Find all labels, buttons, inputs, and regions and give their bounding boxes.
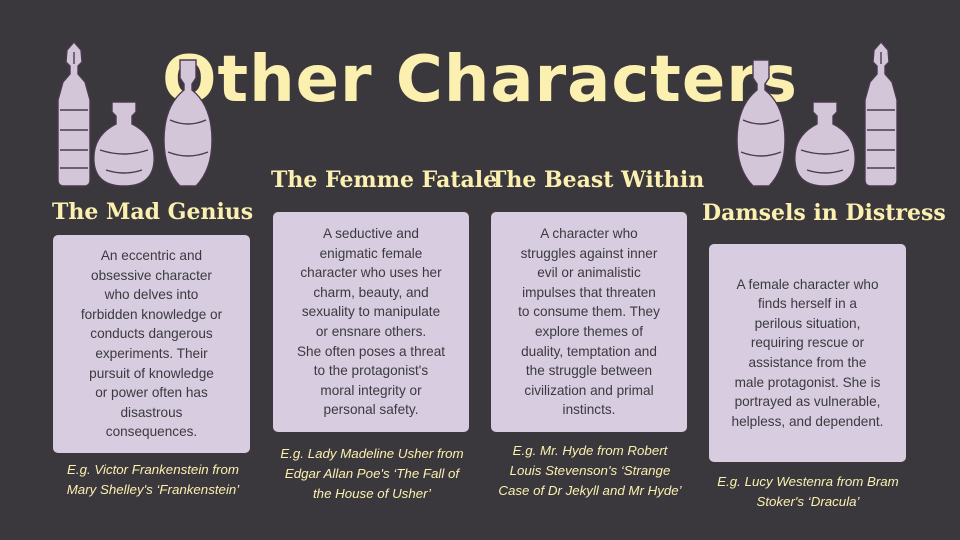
damsels-example: E.g. Lucy Westenra from Bram Stoker's ‘D… — [717, 474, 899, 509]
femme-fatale-heading: The Femme Fatale — [271, 167, 498, 193]
beast-within-heading: The Beast Within — [490, 167, 705, 193]
potion-bottles-icon — [735, 40, 905, 190]
mad-genius-card: An eccentric and obsessive character who… — [53, 235, 250, 453]
beast-within-card: A character who struggles against inner … — [491, 212, 687, 432]
potion-bottles-icon — [50, 40, 220, 190]
mad-genius-example: E.g. Victor Frankenstein from Mary Shell… — [66, 462, 240, 497]
beast-within-example: E.g. Mr. Hyde from Robert Louis Stevenso… — [498, 443, 682, 498]
femme-fatale-card: A seductive and enigmatic female charact… — [273, 212, 469, 432]
mad-genius-heading: The Mad Genius — [52, 199, 254, 225]
damsels-heading: Damsels in Distress — [702, 200, 946, 226]
damsels-card: A female character who finds herself in … — [709, 244, 906, 462]
femme-fatale-example: E.g. Lady Madeline Usher from Edgar Alla… — [280, 446, 464, 501]
